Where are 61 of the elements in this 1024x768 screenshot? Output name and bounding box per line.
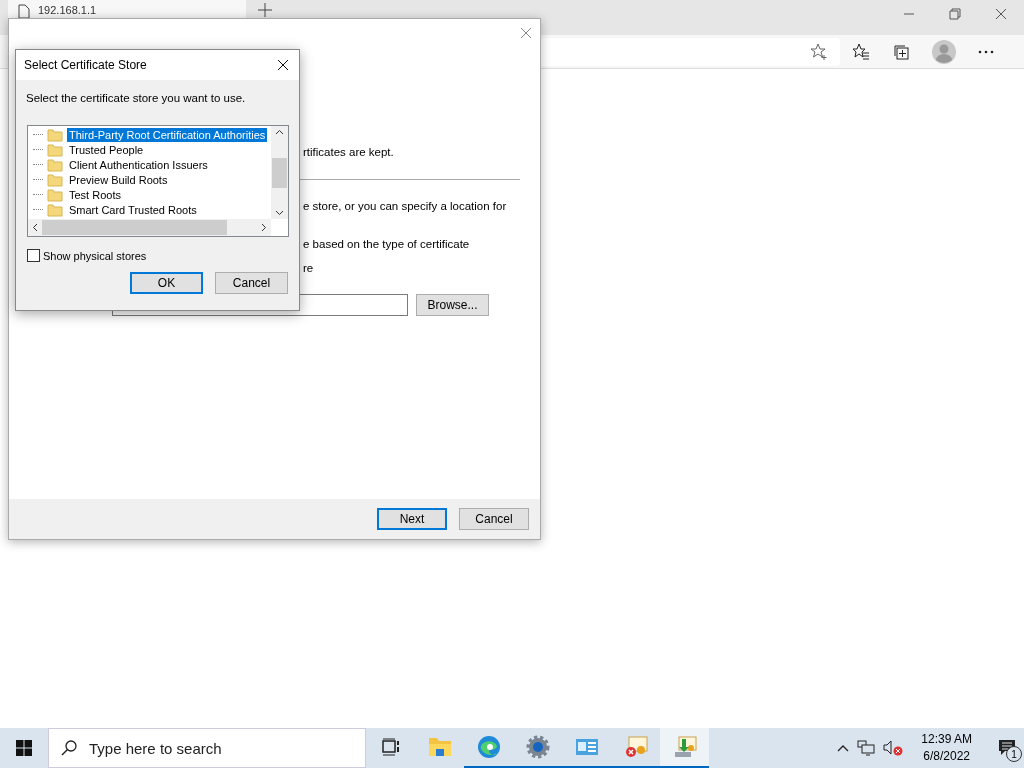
gear-icon[interactable] [525,735,550,759]
wizard-text: re [303,261,315,275]
console-icon[interactable] [574,737,599,757]
restore-icon[interactable] [949,8,961,20]
collections-icon[interactable] [892,42,910,61]
clock[interactable]: 12:39 AM 6/8/2022 [921,731,972,765]
taskbar-search-field[interactable]: Type here to search [48,728,366,768]
scroll-thumb[interactable] [42,220,227,235]
notification-count: 1 [1006,746,1022,762]
store-item[interactable]: Client Authentication Issuers [67,157,210,172]
store-item[interactable]: Third-Party Root Certification Authorities [67,127,268,142]
close-icon[interactable] [277,59,289,71]
dialog-title: Select Certificate Store [24,58,147,72]
browser-icon[interactable] [476,735,501,759]
folder-icon [47,202,63,217]
clock-date: 6/8/2022 [923,748,970,765]
more-icon[interactable] [978,49,994,54]
scroll-down-icon[interactable] [275,210,284,216]
folder-icon[interactable] [427,737,452,757]
clock-time: 12:39 AM [921,731,972,748]
dialog-prompt: Select the certificate store you want to use. [26,92,247,104]
store-item[interactable]: Test Roots [67,187,123,202]
store-item[interactable]: Smart Card Trusted Roots [67,202,199,217]
cancel-button[interactable]: Cancel [215,272,288,294]
scroll-right-icon[interactable] [261,223,267,232]
browse-button[interactable]: Browse... [416,294,489,316]
store-item[interactable]: Preview Build Roots [67,172,170,187]
profile-avatar-icon[interactable] [932,39,956,64]
ok-button[interactable]: OK [130,272,203,294]
task-view-icon[interactable] [380,737,401,757]
horizontal-scrollbar[interactable] [28,219,271,236]
next-button[interactable]: Next [377,508,447,530]
certificate-error-icon[interactable] [623,735,648,759]
search-icon [61,740,77,756]
muted-speaker-icon[interactable] [883,740,904,756]
chevron-up-icon[interactable] [837,744,850,752]
network-icon[interactable] [857,740,876,756]
wizard-text: e based on the type of certificate [303,237,471,251]
tab-title: 192.168.1.1 [38,4,97,16]
cancel-button[interactable]: Cancel [459,508,529,530]
scroll-up-icon[interactable] [275,129,284,135]
certificate-import-icon[interactable] [672,735,697,759]
store-item[interactable]: Trusted People [67,142,146,157]
wizard-text: rtificates are kept. [303,145,395,159]
windows-start-icon[interactable] [16,740,32,756]
vertical-scrollbar[interactable] [271,126,288,219]
folder-icon [47,172,63,187]
wizard-text: e store, or you can specify a location for [303,199,508,213]
folder-icon [47,157,63,172]
add-favorite-icon[interactable] [810,42,828,61]
new-tab-icon[interactable] [258,3,272,17]
scroll-left-icon[interactable] [32,223,38,232]
folder-icon [47,187,63,202]
folder-icon [47,127,63,142]
checkbox-label: Show physical stores [43,249,147,262]
checkbox[interactable] [27,249,40,262]
scroll-thumb[interactable] [272,157,287,188]
document-icon [18,4,30,19]
favorites-icon[interactable] [852,42,870,61]
folder-icon [47,142,63,157]
close-icon[interactable] [995,8,1007,20]
